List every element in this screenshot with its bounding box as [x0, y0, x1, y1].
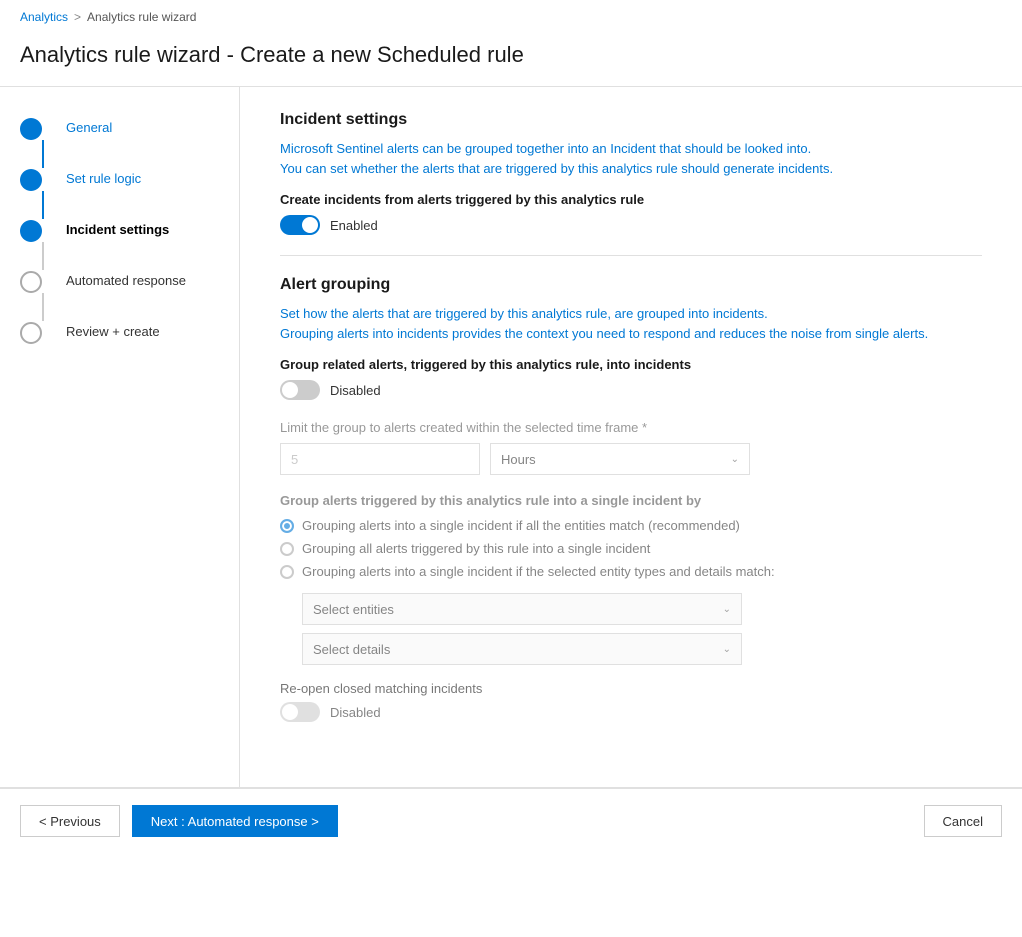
group-alerts-label: Group related alerts, triggered by this …: [280, 357, 982, 372]
time-unit-select[interactable]: Hours ⌄: [490, 443, 750, 475]
step-set-rule-logic[interactable]: Set rule logic: [20, 168, 219, 219]
breadcrumb-wizard: Analytics rule wizard: [87, 10, 196, 24]
alert-grouping-desc: Set how the alerts that are triggered by…: [280, 304, 982, 343]
time-value-input[interactable]: [280, 443, 480, 475]
step-label-review-create: Review + create: [66, 321, 160, 339]
time-unit-chevron: ⌄: [731, 454, 739, 465]
incident-settings-desc-line1: Microsoft Sentinel alerts can be grouped…: [280, 141, 811, 156]
cancel-button[interactable]: Cancel: [924, 805, 1002, 837]
radio-item-selected-entities[interactable]: Grouping alerts into a single incident i…: [280, 564, 982, 579]
incident-settings-desc: Microsoft Sentinel alerts can be grouped…: [280, 139, 982, 178]
toggle-thumb-grouping: [282, 382, 298, 398]
step-circle-automated-response: [20, 271, 42, 293]
breadcrumb: Analytics > Analytics rule wizard: [0, 0, 1022, 34]
select-entities-dropdown[interactable]: Select entities ⌄: [302, 593, 742, 625]
connector-2: [42, 191, 44, 219]
create-incidents-toggle[interactable]: [280, 215, 320, 235]
alert-grouping-title: Alert grouping: [280, 276, 982, 294]
step-circle-general: [20, 118, 42, 140]
radio-circle-all-alerts: [280, 542, 294, 556]
reopen-section: Re-open closed matching incidents Disabl…: [280, 681, 982, 722]
page-title: Analytics rule wizard - Create a new Sch…: [0, 34, 1022, 86]
toggle-enabled-label: Enabled: [330, 218, 378, 233]
radio-label-all-entities: Grouping alerts into a single incident i…: [302, 518, 740, 533]
step-label-general[interactable]: General: [66, 117, 112, 135]
connector-1: [42, 140, 44, 168]
time-frame-label: Limit the group to alerts created within…: [280, 420, 982, 435]
reopen-label: Re-open closed matching incidents: [280, 681, 982, 696]
content-area: Incident settings Microsoft Sentinel ale…: [240, 87, 1022, 787]
radio-label-selected-entities: Grouping alerts into a single incident i…: [302, 564, 775, 579]
step-label-set-rule-logic[interactable]: Set rule logic: [66, 168, 141, 186]
reopen-toggle[interactable]: [280, 702, 320, 722]
step-label-incident-settings: Incident settings: [66, 219, 169, 237]
reopen-toggle-label: Disabled: [330, 705, 381, 720]
toggle-thumb-reopen: [282, 704, 298, 720]
step-circle-review-create: [20, 322, 42, 344]
toggle-track-grouping: [280, 380, 320, 400]
select-entities-chevron: ⌄: [723, 604, 731, 615]
next-button[interactable]: Next : Automated response >: [132, 805, 338, 837]
breadcrumb-separator: >: [74, 10, 81, 24]
group-alerts-toggle[interactable]: [280, 380, 320, 400]
section-divider: [280, 255, 982, 256]
radio-label-all-alerts: Grouping all alerts triggered by this ru…: [302, 541, 650, 556]
select-details-chevron: ⌄: [723, 644, 731, 655]
step-circle-set-rule-logic: [20, 169, 42, 191]
step-automated-response: Automated response: [20, 270, 219, 321]
footer: < Previous Next : Automated response > C…: [0, 788, 1022, 853]
step-general[interactable]: General: [20, 117, 219, 168]
create-incidents-label: Create incidents from alerts triggered b…: [280, 192, 982, 207]
toggle-grouping-label: Disabled: [330, 383, 381, 398]
time-frame-row: Hours ⌄: [280, 443, 982, 475]
group-alerts-toggle-row: Disabled: [280, 380, 982, 400]
grouping-desc-line2: Grouping alerts into incidents provides …: [280, 326, 928, 341]
step-circle-incident-settings: [20, 220, 42, 242]
step-label-automated-response: Automated response: [66, 270, 186, 288]
time-unit-value: Hours: [501, 452, 536, 467]
create-incidents-toggle-row: Enabled: [280, 215, 982, 235]
select-details-placeholder: Select details: [313, 642, 390, 657]
main-layout: General Set rule logic Incident settings: [0, 87, 1022, 787]
connector-3: [42, 242, 44, 270]
sidebar: General Set rule logic Incident settings: [0, 87, 240, 787]
incident-settings-desc-line2: You can set whether the alerts that are …: [280, 161, 833, 176]
previous-button[interactable]: < Previous: [20, 805, 120, 837]
toggle-thumb-enabled: [302, 217, 318, 233]
toggle-track-reopen: [280, 702, 320, 722]
select-details-dropdown[interactable]: Select details ⌄: [302, 633, 742, 665]
radio-item-all-entities[interactable]: Grouping alerts into a single incident i…: [280, 518, 982, 533]
grouping-desc-line1: Set how the alerts that are triggered by…: [280, 306, 768, 321]
radio-circle-selected-entities: [280, 565, 294, 579]
toggle-track-enabled: [280, 215, 320, 235]
select-entities-placeholder: Select entities: [313, 602, 394, 617]
connector-4: [42, 293, 44, 321]
incident-settings-title: Incident settings: [280, 111, 982, 129]
radio-item-all-alerts[interactable]: Grouping all alerts triggered by this ru…: [280, 541, 982, 556]
group-by-label: Group alerts triggered by this analytics…: [280, 493, 982, 508]
reopen-toggle-row: Disabled: [280, 702, 982, 722]
time-frame-section: Limit the group to alerts created within…: [280, 420, 982, 722]
step-incident-settings: Incident settings: [20, 219, 219, 270]
alert-grouping-section: Alert grouping Set how the alerts that a…: [280, 276, 982, 722]
radio-circle-all-entities: [280, 519, 294, 533]
incident-settings-section: Incident settings Microsoft Sentinel ale…: [280, 111, 982, 235]
radio-group-grouping: Grouping alerts into a single incident i…: [280, 518, 982, 579]
step-review-create: Review + create: [20, 321, 219, 344]
breadcrumb-analytics-link[interactable]: Analytics: [20, 10, 68, 24]
